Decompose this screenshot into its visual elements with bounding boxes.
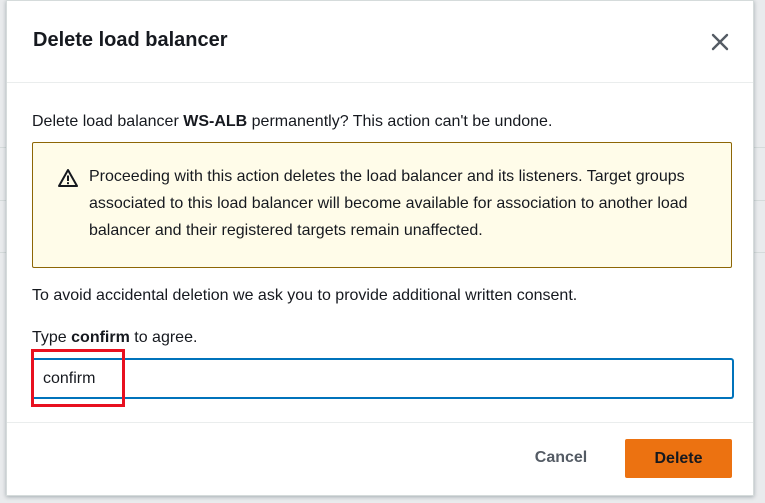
load-balancer-name: WS-ALB: [183, 113, 248, 130]
modal-header: Delete load balancer: [7, 1, 753, 83]
cancel-button[interactable]: Cancel: [517, 439, 605, 477]
delete-load-balancer-modal: Delete load balancer Delete load balance…: [6, 0, 754, 496]
confirm-keyword: confirm: [71, 329, 130, 346]
modal-title: Delete load balancer: [33, 29, 228, 51]
label-prefix: Type: [32, 329, 72, 346]
delete-button[interactable]: Delete: [625, 439, 732, 478]
warning-icon: [58, 169, 78, 187]
modal-footer: Cancel Delete: [7, 422, 753, 497]
confirm-field-label: Type confirm to agree.: [32, 329, 197, 347]
confirm-input[interactable]: [32, 359, 733, 398]
message-prefix: Delete load balancer: [32, 113, 184, 130]
warning-alert: Proceeding with this action deletes the …: [32, 142, 732, 268]
close-button[interactable]: [707, 29, 733, 55]
consent-instructions: To avoid accidental deletion we ask you …: [32, 287, 578, 304]
delete-confirmation-message: Delete load balancer WS-ALB permanently?…: [32, 113, 552, 131]
warning-alert-text: Proceeding with this action deletes the …: [89, 168, 688, 239]
label-suffix: to agree.: [129, 329, 198, 346]
close-icon: [711, 33, 729, 51]
message-suffix: permanently? This action can't be undone…: [247, 113, 553, 130]
